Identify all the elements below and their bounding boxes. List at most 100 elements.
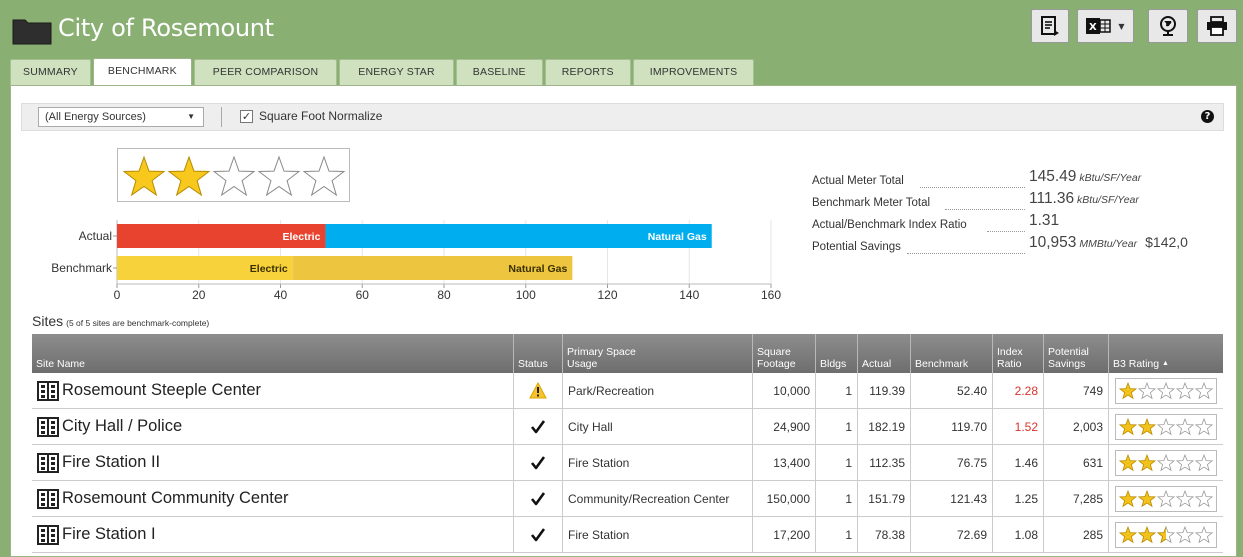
- chevron-down-icon: ▼: [1118, 21, 1125, 31]
- site-name-link[interactable]: Fire Station II: [61, 453, 160, 472]
- bar-segment-label: Electric: [283, 231, 321, 243]
- toolbar-divider: [221, 107, 222, 127]
- square-foot-normalize-checkbox[interactable]: ✓: [240, 110, 253, 123]
- tab-benchmark[interactable]: BENCHMARK: [92, 58, 192, 86]
- app-title: City of Rosemount: [58, 14, 274, 42]
- star-filled-icon: [1137, 417, 1157, 435]
- table-row[interactable]: Fire Station I Fire Station 17,200 1 78.38 72…: [32, 517, 1223, 553]
- b3-star-rating: [1115, 413, 1217, 440]
- col-potential-savings[interactable]: Potential Savings: [1044, 334, 1109, 373]
- cell-status: [514, 445, 563, 480]
- cell-usage: Park/Recreation: [563, 373, 753, 408]
- tab-summary[interactable]: SUMMARY: [10, 59, 91, 85]
- cell-name[interactable]: Rosemount Community Center: [32, 481, 514, 516]
- stat-value: 145.49 kBtu/SF/Year: [1029, 168, 1141, 186]
- star-empty-icon: [1194, 489, 1214, 507]
- energy-source-value: (All Energy Sources): [45, 111, 146, 123]
- tab-energy-star[interactable]: ENERGY STAR: [339, 59, 454, 85]
- cell-rating: [1109, 373, 1223, 408]
- site-name-link[interactable]: City Hall / Police: [61, 417, 182, 436]
- star-filled-icon: [1119, 453, 1138, 471]
- b3-star-rating: [1115, 377, 1217, 404]
- star-empty-icon: [212, 155, 256, 197]
- notes-export-button[interactable]: [1031, 9, 1069, 43]
- stat-leader-dots: [907, 242, 1025, 254]
- site-name-link[interactable]: Rosemount Community Center: [61, 489, 289, 508]
- excel-export-button[interactable]: X ▼: [1077, 9, 1134, 43]
- x-tick-label: 40: [274, 288, 288, 302]
- col-b3-rating[interactable]: B3 Rating ▲: [1109, 334, 1223, 373]
- cell-actual: 151.79: [858, 481, 911, 516]
- table-row[interactable]: Rosemount Steeple Center Park/Recreation 1…: [32, 373, 1223, 409]
- cell-usage: City Hall: [563, 409, 753, 444]
- warning-icon[interactable]: [529, 382, 547, 399]
- star-empty-icon: [1175, 417, 1195, 435]
- col-sqft[interactable]: Square Footage: [753, 334, 816, 373]
- col-site-name[interactable]: Site Name: [32, 334, 514, 373]
- x-tick-label: 160: [761, 288, 781, 302]
- x-tick-label: 60: [356, 288, 370, 302]
- main-tabs: SUMMARY BENCHMARK PEER COMPARISON ENERGY…: [10, 58, 756, 86]
- stat-unit: MMBtu/Year: [1076, 238, 1138, 250]
- star-empty-icon: [1156, 381, 1176, 399]
- table-header: Site Name Status Primary Space Usage Squa…: [32, 334, 1223, 373]
- col-benchmark[interactable]: Benchmark: [911, 334, 993, 373]
- site-name-link[interactable]: Rosemount Steeple Center: [61, 381, 261, 400]
- x-tick-label: 100: [516, 288, 536, 302]
- sites-title: Sites: [32, 313, 64, 329]
- col-actual[interactable]: Actual: [858, 334, 911, 373]
- stat-number: 111.36: [1029, 190, 1075, 207]
- col-index-ratio[interactable]: Index Ratio: [993, 334, 1044, 373]
- star-empty-icon: [1194, 381, 1214, 399]
- checkmark-icon: [530, 491, 546, 505]
- stat-label: Actual/Benchmark Index Ratio: [812, 219, 967, 231]
- star-filled-icon: [1137, 489, 1157, 507]
- cell-index: 1.52: [993, 409, 1044, 444]
- cell-benchmark: 119.70: [911, 409, 993, 444]
- app-header: City of Rosemount X ▼: [0, 0, 1243, 58]
- benchmark-bar-chart: 0 20 40 60 80 100 120 140 160 Actual Electric Natur…: [51, 220, 781, 302]
- stat-number: 145.49: [1029, 168, 1077, 185]
- col-usage[interactable]: Primary Space Usage: [563, 334, 753, 373]
- notes-export-icon: [1041, 16, 1059, 36]
- star-filled-icon: [167, 155, 211, 197]
- table-row[interactable]: Rosemount Community Center Community/Recr…: [32, 481, 1223, 517]
- col-status[interactable]: Status: [514, 334, 563, 373]
- tab-reports[interactable]: REPORTS: [544, 59, 631, 85]
- help-icon[interactable]: ?: [1201, 110, 1214, 123]
- cell-index: 1.25: [993, 481, 1044, 516]
- star-empty-icon: [1137, 381, 1157, 399]
- star-empty-icon: [1156, 417, 1176, 435]
- cell-sqft: 150,000: [753, 481, 816, 516]
- checkmark-icon: [530, 527, 546, 541]
- globe-button[interactable]: [1148, 9, 1188, 43]
- x-tick-label: 20: [192, 288, 206, 302]
- x-tick-label: 140: [679, 288, 699, 302]
- star-empty-icon: [1156, 489, 1176, 507]
- tab-baseline[interactable]: BASELINE: [455, 59, 543, 85]
- cell-name[interactable]: Fire Station I: [32, 517, 514, 552]
- cell-usage: Fire Station: [563, 445, 753, 480]
- cell-sqft: 13,400: [753, 445, 816, 480]
- table-row[interactable]: City Hall / Police City Hall 24,900 1 182.19…: [32, 409, 1223, 445]
- cell-name[interactable]: City Hall / Police: [32, 409, 514, 444]
- b3-star-rating: [1115, 521, 1217, 548]
- cell-rating: [1109, 481, 1223, 516]
- site-name-link[interactable]: Fire Station I: [61, 525, 156, 544]
- col-bldgs[interactable]: Bldgs: [816, 334, 858, 373]
- cell-rating: [1109, 409, 1223, 444]
- star-empty-icon: [1175, 453, 1195, 471]
- stat-label: Potential Savings: [812, 241, 901, 253]
- cell-name[interactable]: Rosemount Steeple Center: [32, 373, 514, 408]
- cell-name[interactable]: Fire Station II: [32, 445, 514, 480]
- tab-peer-comparison[interactable]: PEER COMPARISON: [193, 59, 338, 85]
- cell-actual: 119.39: [858, 373, 911, 408]
- chevron-down-icon: ▼: [187, 112, 195, 121]
- star-empty-icon: [1194, 417, 1214, 435]
- table-row[interactable]: Fire Station II Fire Station 13,400 1 112.35…: [32, 445, 1223, 481]
- cell-status: [514, 481, 563, 516]
- tab-improvements[interactable]: IMPROVEMENTS: [632, 59, 755, 85]
- cell-benchmark: 72.69: [911, 517, 993, 552]
- energy-source-select[interactable]: (All Energy Sources) ▼: [38, 107, 204, 127]
- print-button[interactable]: [1197, 9, 1237, 43]
